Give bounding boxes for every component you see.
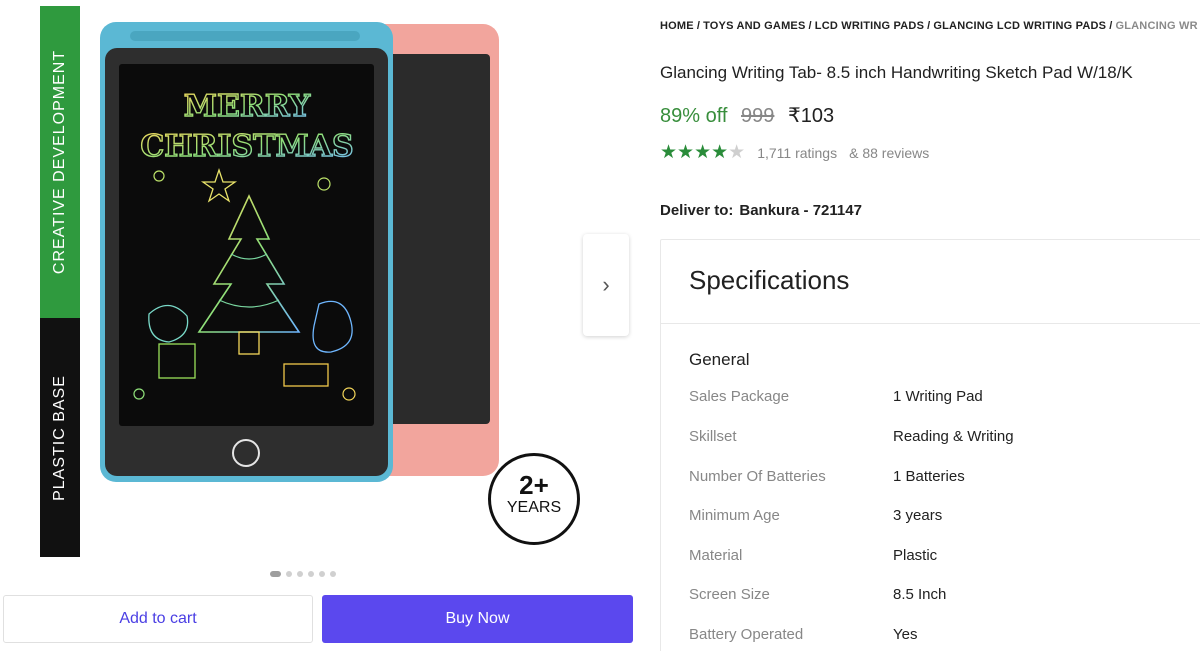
spec-key: Sales Package: [689, 388, 790, 405]
spec-value: 3 years: [893, 507, 943, 524]
breadcrumb-lcd-writing-pads[interactable]: LCD WRITING PADS: [815, 20, 924, 32]
christmas-drawing: MERRY CHRISTMAS: [133, 88, 356, 401]
specifications-heading: Specifications: [661, 240, 1200, 324]
product-gallery: CREATIVE DEVELOPMENT PLASTIC BASE MERRY …: [0, 0, 645, 651]
age-badge-label: YEARS: [506, 499, 562, 516]
selling-price: ₹103: [787, 105, 835, 127]
delivery-label: Deliver to:: [660, 202, 734, 219]
pink-tablet-screen: [388, 54, 490, 424]
next-image-button[interactable]: ›: [583, 234, 629, 336]
breadcrumb: HOME / TOYS AND GAMES / LCD WRITING PADS / GLA…: [660, 20, 1198, 32]
reviews-count[interactable]: & 88 reviews: [849, 145, 929, 161]
age-badge-number: 2+: [519, 470, 549, 500]
spec-key: Battery Operated: [689, 626, 804, 643]
add-to-cart-button[interactable]: Add to cart: [3, 595, 313, 643]
spec-key: Number Of Batteries: [689, 468, 826, 485]
spec-key: Material: [689, 547, 743, 564]
carousel-dot[interactable]: [286, 571, 292, 577]
carousel-dot[interactable]: [308, 571, 314, 577]
chevron-right-icon: ›: [602, 272, 610, 297]
feature-banner: CREATIVE DEVELOPMENT PLASTIC BASE: [40, 6, 80, 557]
breadcrumb-current: GLANCING WR: [1115, 20, 1198, 32]
spec-value: 8.5 Inch: [893, 586, 947, 603]
original-price: 999: [741, 105, 775, 127]
price-row: 89% off 999 ₹103: [660, 103, 834, 128]
spec-key: Minimum Age: [689, 507, 780, 524]
banner-bottom-text: PLASTIC BASE: [51, 374, 68, 501]
carousel-dot[interactable]: [319, 571, 325, 577]
carousel-dot[interactable]: [330, 571, 336, 577]
spec-value: 1 Writing Pad: [893, 388, 983, 405]
breadcrumb-glancing-lcd-writing-pads[interactable]: GLANCING LCD WRITING PADS: [933, 20, 1106, 32]
carousel-dot[interactable]: [297, 571, 303, 577]
drawing-text-merry: MERRY: [184, 89, 311, 124]
ratings-count[interactable]: 1,711 ratings: [757, 145, 837, 161]
carousel-dots: [270, 571, 336, 577]
banner-top-text: CREATIVE DEVELOPMENT: [51, 49, 68, 275]
spec-key: Screen Size: [689, 586, 770, 603]
specifications-panel: Specifications General Sales Package 1 W…: [660, 239, 1200, 651]
rating-stars-icon: ★★★★★: [660, 142, 746, 163]
spec-value: Plastic: [893, 547, 938, 564]
spec-key: Skillset: [689, 428, 737, 445]
tablet-home-button: [232, 439, 260, 467]
blue-tablet-image: MERRY CHRISTMAS: [100, 22, 393, 482]
tablet-drawing-screen: MERRY CHRISTMAS: [119, 64, 374, 426]
breadcrumb-home[interactable]: HOME: [660, 20, 694, 32]
stylus-slot: [130, 31, 360, 41]
buy-now-button[interactable]: Buy Now: [322, 595, 633, 643]
spec-value: Yes: [893, 626, 918, 643]
spec-group-title: General: [689, 350, 750, 369]
product-title: Glancing Writing Tab- 8.5 inch Handwriti…: [660, 63, 1133, 82]
product-details: HOME / TOYS AND GAMES / LCD WRITING PADS / GLA…: [660, 0, 1200, 651]
spec-value: 1 Batteries: [893, 468, 965, 485]
breadcrumb-toys-and-games[interactable]: TOYS AND GAMES: [703, 20, 805, 32]
spec-value: Reading & Writing: [893, 428, 1014, 445]
rating-row: ★★★★★ 1,711 ratings & 88 reviews: [660, 141, 929, 164]
delivery-pincode: Bankura - 721147: [739, 202, 862, 219]
carousel-dot[interactable]: [270, 571, 281, 577]
tablet-frame: MERRY CHRISTMAS: [105, 48, 388, 476]
discount-percent: 89% off: [660, 105, 728, 127]
delivery-location[interactable]: Deliver to: Bankura - 721147: [660, 202, 862, 219]
banner-plastic-base: PLASTIC BASE: [40, 318, 80, 557]
drawing-text-christmas: CHRISTMAS: [140, 129, 353, 164]
age-badge: 2+ YEARS: [488, 453, 580, 545]
banner-creative-development: CREATIVE DEVELOPMENT: [40, 6, 80, 318]
